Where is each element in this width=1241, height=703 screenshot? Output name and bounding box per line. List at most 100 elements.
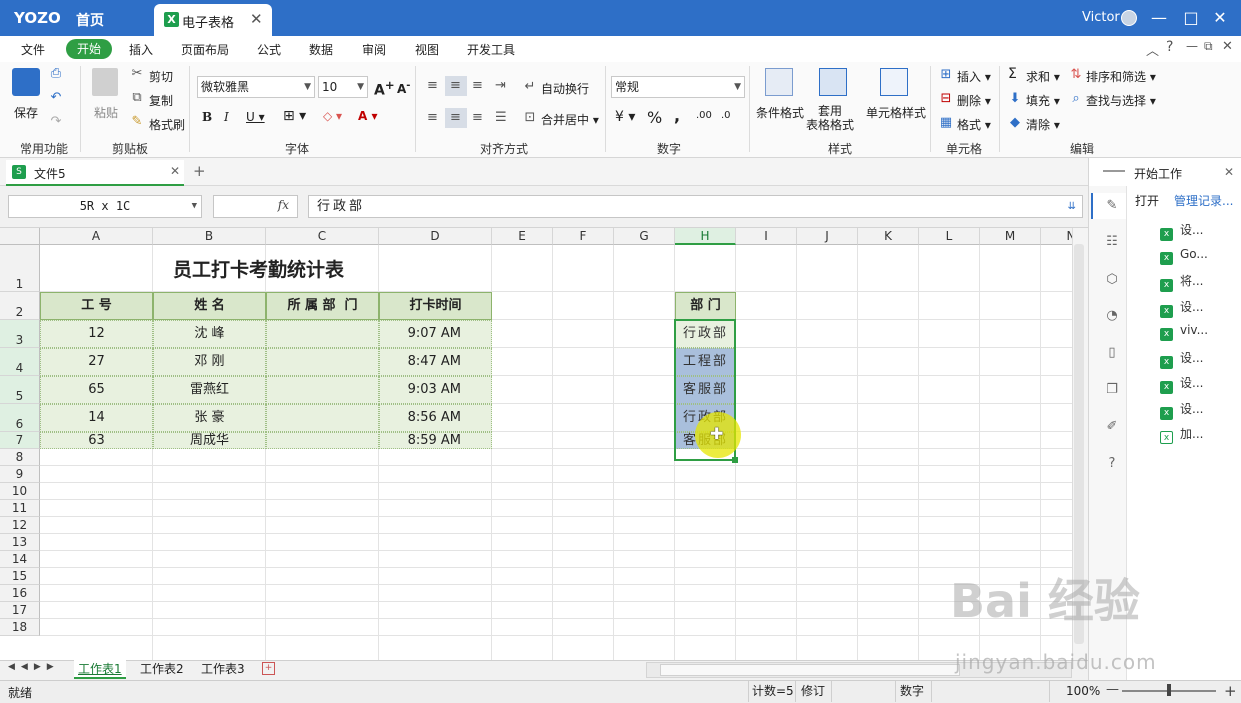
expand-formula-icon[interactable]: ⇊ xyxy=(1068,196,1076,217)
fill-handle[interactable] xyxy=(732,457,738,463)
table-cell[interactable]: 27 xyxy=(40,348,153,376)
status-revise[interactable]: 修订 xyxy=(798,681,832,702)
table-cell[interactable]: 65 xyxy=(40,376,153,404)
row-header-16[interactable]: 16 xyxy=(0,585,40,602)
redo-icon[interactable]: ↷ xyxy=(48,114,64,130)
table-cell[interactable] xyxy=(266,320,379,348)
fill-color-icon[interactable]: ◇ ▾ xyxy=(323,109,342,123)
add-sheet-icon[interactable]: + xyxy=(262,662,275,675)
sheet-nav-icons[interactable]: ◀◀▶▶ xyxy=(8,662,60,672)
copy-button[interactable]: 复制 xyxy=(149,92,173,109)
home-tab[interactable]: 首页 xyxy=(76,10,104,30)
row-header-3[interactable]: 3 xyxy=(0,320,40,348)
table-cell[interactable] xyxy=(266,348,379,376)
row-header-14[interactable]: 14 xyxy=(0,551,40,568)
recent-file-item[interactable]: x Go... xyxy=(1160,247,1208,265)
table-cell[interactable]: 8:59 AM xyxy=(379,432,492,449)
name-box[interactable]: 5R x 1C ▼ xyxy=(8,195,202,218)
currency-icon[interactable]: ¥ ▾ xyxy=(615,109,635,125)
copy-icon[interactable]: ⧉ xyxy=(129,90,145,106)
table-header-cell[interactable]: 所 属 部 门 xyxy=(266,292,379,320)
align-bottom-icon[interactable]: ≡ xyxy=(472,78,483,93)
format-painter-icon[interactable]: ✎ xyxy=(129,114,145,130)
zoom-slider-thumb[interactable] xyxy=(1167,684,1171,696)
undo-icon[interactable]: ↶ xyxy=(48,90,64,106)
close-tab-icon[interactable]: ✕ xyxy=(250,10,263,28)
indent-icon[interactable]: ⇥ xyxy=(495,78,506,93)
spreadsheet-tab[interactable]: X 电子表格 ✕ xyxy=(154,4,272,36)
table-cell[interactable]: 张 豪 xyxy=(153,404,266,432)
recent-file-item[interactable]: x 加... xyxy=(1160,425,1203,444)
sheet-tab-1[interactable]: 工作表1 xyxy=(74,660,126,679)
save-icon[interactable] xyxy=(12,68,40,96)
table-header-cell[interactable]: 姓 名 xyxy=(153,292,266,320)
column-header-b[interactable]: B xyxy=(153,228,266,245)
user-name[interactable]: Victor xyxy=(1082,10,1120,25)
edit-note-icon[interactable]: ✐ xyxy=(1104,419,1120,435)
find-select-button[interactable]: 查找与选择 ▾ xyxy=(1086,92,1156,109)
row-header-4[interactable]: 4 xyxy=(0,348,40,376)
menu-developer[interactable]: 开发工具 xyxy=(467,41,515,58)
table-cell[interactable]: 沈 峰 xyxy=(153,320,266,348)
table-format-icon[interactable] xyxy=(819,68,847,96)
minimize-button[interactable]: — xyxy=(1149,8,1169,27)
table-cell[interactable]: 12 xyxy=(40,320,153,348)
row-header-5[interactable]: 5 xyxy=(0,376,40,404)
fx-button[interactable]: fx xyxy=(213,195,298,218)
font-size-select[interactable]: 10 ▼ xyxy=(318,76,368,98)
row-header-11[interactable]: 11 xyxy=(0,500,40,517)
doc-minimize-icon[interactable]: — xyxy=(1186,39,1198,53)
save-button[interactable]: 保存 xyxy=(14,104,38,121)
column-header-k[interactable]: K xyxy=(858,228,919,245)
column-header-i[interactable]: I xyxy=(736,228,797,245)
avatar[interactable] xyxy=(1121,10,1137,26)
font-color-icon[interactable]: A ▾ xyxy=(358,109,378,123)
wrap-text-button[interactable]: 自动换行 xyxy=(541,80,589,97)
table-cell[interactable]: 63 xyxy=(40,432,153,449)
collapse-ribbon-icon[interactable]: ︿ xyxy=(1146,40,1159,59)
help-icon[interactable]: ? xyxy=(1166,39,1173,55)
new-tab-icon[interactable]: + xyxy=(193,162,206,180)
close-panel-icon[interactable]: ✕ xyxy=(1224,165,1234,179)
font-name-select[interactable]: 微软雅黑 ▼ xyxy=(197,76,315,98)
menu-view[interactable]: 视图 xyxy=(415,41,439,58)
row-header-10[interactable]: 10 xyxy=(0,483,40,500)
comma-icon[interactable]: , xyxy=(674,106,680,125)
menu-file[interactable]: 文件 xyxy=(21,41,45,58)
help-circle-icon[interactable]: ? xyxy=(1104,456,1120,472)
column-header-e[interactable]: E xyxy=(492,228,553,245)
horizontal-scroll-thumb[interactable] xyxy=(660,664,960,676)
column-header-n[interactable]: N xyxy=(1041,228,1072,245)
column-header-g[interactable]: G xyxy=(614,228,675,245)
row-header-12[interactable]: 12 xyxy=(0,517,40,534)
table-cell[interactable]: 周成华 xyxy=(153,432,266,449)
insert-cell-button[interactable]: 插入 ▾ xyxy=(957,68,991,85)
close-document-icon[interactable]: ✕ xyxy=(170,164,180,178)
history-icon[interactable]: ◔ xyxy=(1104,308,1120,324)
table-header-cell[interactable]: 工 号 xyxy=(40,292,153,320)
delete-cell-button[interactable]: 删除 ▾ xyxy=(957,92,991,109)
conditional-format-button[interactable]: 条件格式 xyxy=(756,104,804,121)
align-right-icon[interactable]: ≡ xyxy=(472,110,483,125)
pencil-icon[interactable]: ✎ xyxy=(1104,198,1120,214)
format-painter-button[interactable]: 格式刷 xyxy=(149,116,185,133)
zoom-in-icon[interactable]: + xyxy=(1224,682,1237,700)
sheet-title[interactable]: 员工打卡考勤统计表 xyxy=(133,245,585,292)
menu-page-layout[interactable]: 页面布局 xyxy=(181,41,229,58)
table-cell[interactable]: 邓 刚 xyxy=(153,348,266,376)
column-header-m[interactable]: M xyxy=(980,228,1041,245)
row-header-1[interactable]: 1 xyxy=(0,245,40,292)
row-header-9[interactable]: 9 xyxy=(0,466,40,483)
align-top-icon[interactable]: ≡ xyxy=(427,78,438,93)
paste-button[interactable]: 粘贴 xyxy=(94,104,118,121)
paste-icon[interactable] xyxy=(92,68,118,96)
maximize-button[interactable]: □ xyxy=(1181,8,1201,27)
spreadsheet-grid[interactable]: ABCDEFGHIJKLMN 1 2 3 4 5 6 7 8 9 10 11 12 13 14 15 16 17… xyxy=(0,228,1072,660)
cell-style-icon[interactable] xyxy=(880,68,908,96)
column-header-c[interactable]: C xyxy=(266,228,379,245)
panel-menu-icon[interactable] xyxy=(1103,170,1125,172)
table-cell[interactable]: 8:56 AM xyxy=(379,404,492,432)
print-icon[interactable]: ⎙ xyxy=(48,66,64,82)
border-icon[interactable]: ⊞ ▾ xyxy=(283,108,306,124)
format-cell-button[interactable]: 格式 ▾ xyxy=(957,116,991,133)
